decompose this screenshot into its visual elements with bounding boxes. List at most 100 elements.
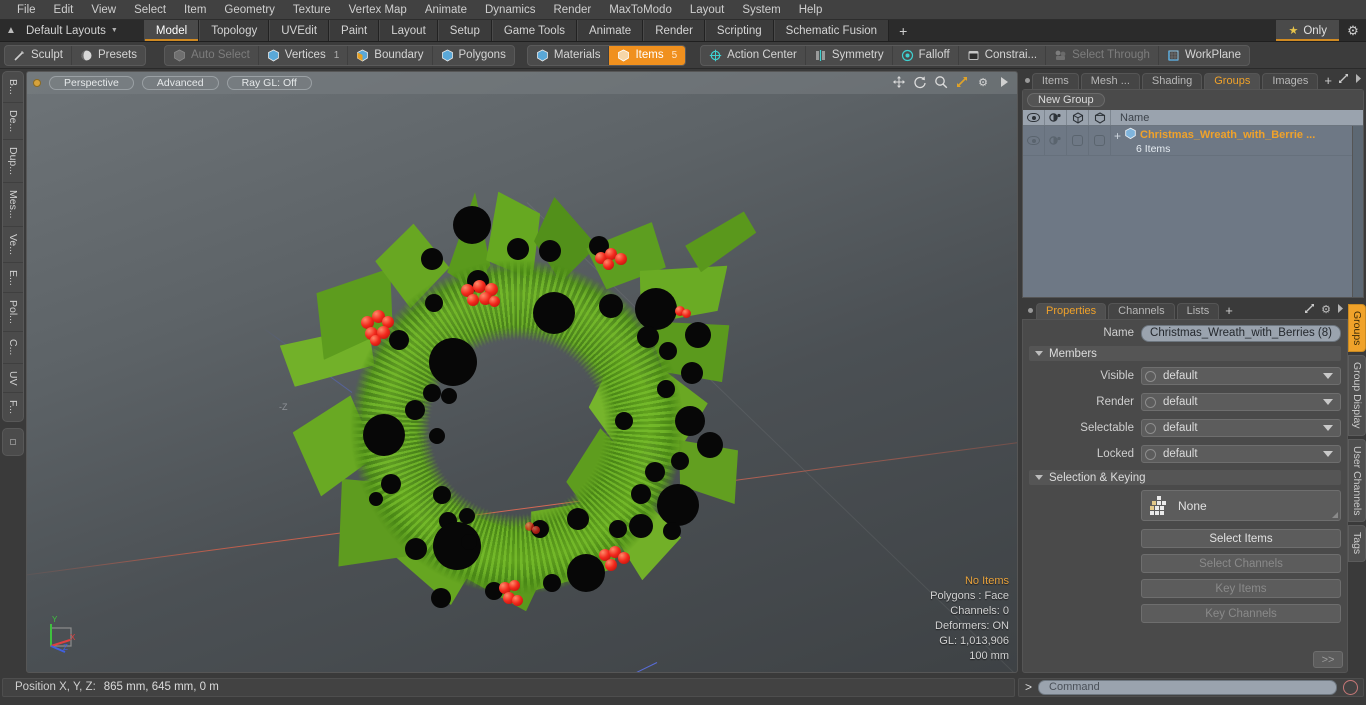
vtab-tags[interactable]: Tags [1348, 525, 1366, 562]
gear-icon[interactable]: ⚙ [1321, 303, 1331, 317]
toolbar-button-select-through[interactable]: Select Through [1046, 45, 1159, 65]
panel-tab-items[interactable]: Items [1031, 73, 1079, 89]
gear-icon[interactable]: ⚙ [976, 75, 990, 89]
row-visible-toggle[interactable] [1023, 126, 1045, 155]
row-name-cell[interactable]: + Christmas_Wreath_with_Berrie ... 6 Ite… [1111, 126, 1363, 155]
tab-schematic-fusion[interactable]: Schematic Fusion [773, 20, 890, 41]
toolbar-button-presets[interactable]: Presets [72, 46, 145, 65]
new-group-button[interactable]: New Group [1027, 93, 1105, 107]
column-visible-eye-icon[interactable] [1023, 110, 1045, 125]
row-render-toggle[interactable] [1045, 126, 1067, 155]
add-layout-tab-button[interactable]: + [889, 20, 918, 41]
add-panel-tab-button[interactable]: + [1320, 73, 1338, 89]
column-locked-icon[interactable] [1089, 110, 1111, 125]
toolbar-button-constraint[interactable]: Constrai... [959, 45, 1047, 65]
rotate-icon[interactable] [913, 75, 927, 89]
left-tab-curve[interactable]: C... [3, 332, 23, 364]
left-tab-duplicate[interactable]: Dup... [3, 140, 23, 183]
locked-dropdown[interactable]: default [1141, 445, 1341, 463]
visible-dropdown[interactable]: default [1141, 367, 1341, 385]
gear-icon[interactable]: ⚙ [1340, 20, 1366, 41]
left-tab-vertex[interactable]: Ve... [3, 227, 23, 263]
section-members[interactable]: Members [1029, 346, 1341, 361]
chevron-right-icon[interactable] [1355, 73, 1362, 87]
menu-item-geometry[interactable]: Geometry [215, 0, 284, 20]
viewport-indicator-dot[interactable] [33, 79, 41, 87]
tab-lists[interactable]: Lists [1176, 303, 1220, 319]
viewport-3d[interactable]: -Z Perspective Advanced Ray GL: Off ⚙ Y … [26, 71, 1018, 673]
properties-menu-dot-icon[interactable] [1024, 304, 1036, 316]
menu-item-render[interactable]: Render [544, 0, 600, 20]
menu-item-file[interactable]: File [8, 0, 45, 20]
tab-channels[interactable]: Channels [1108, 303, 1175, 319]
forward-button[interactable]: >> [1313, 651, 1343, 668]
menu-item-animate[interactable]: Animate [416, 0, 476, 20]
column-render-icon[interactable] [1045, 110, 1067, 125]
toolbar-button-vertices[interactable]: Vertices 1 [259, 45, 349, 65]
viewport-raygl-button[interactable]: Ray GL: Off [226, 76, 312, 90]
menu-item-system[interactable]: System [733, 0, 789, 20]
column-selectable-icon[interactable] [1067, 110, 1089, 125]
menu-item-vertex-map[interactable]: Vertex Map [340, 0, 416, 20]
left-tab-deform[interactable]: De... [3, 103, 23, 140]
layout-up-arrow-icon[interactable]: ▲ [0, 20, 22, 41]
menu-item-layout[interactable]: Layout [681, 0, 734, 20]
select-items-button[interactable]: Select Items [1141, 529, 1341, 548]
selectable-dropdown[interactable]: default [1141, 419, 1341, 437]
select-channels-button[interactable]: Select Channels [1141, 554, 1341, 573]
play-icon[interactable] [997, 75, 1011, 89]
menu-item-dynamics[interactable]: Dynamics [476, 0, 544, 20]
left-tab-uv[interactable]: UV [3, 364, 23, 394]
toolbar-button-materials[interactable]: Materials [528, 45, 610, 65]
groups-list-scrollbar[interactable] [1352, 126, 1363, 297]
table-row[interactable]: + Christmas_Wreath_with_Berrie ... 6 Ite… [1023, 126, 1363, 156]
left-tab-edge[interactable]: E... [3, 263, 23, 294]
tab-properties[interactable]: Properties [1036, 303, 1107, 319]
tab-paint[interactable]: Paint [329, 20, 380, 41]
left-tab-basic[interactable]: B... [3, 72, 23, 103]
tab-render[interactable]: Render [643, 20, 705, 41]
menu-item-select[interactable]: Select [125, 0, 175, 20]
panel-tab-groups[interactable]: Groups [1204, 73, 1261, 89]
groups-list-body[interactable]: + Christmas_Wreath_with_Berrie ... 6 Ite… [1023, 126, 1363, 297]
tab-model[interactable]: Model [143, 20, 200, 41]
toolbar-button-items[interactable]: Items 5 [609, 45, 686, 65]
tab-animate[interactable]: Animate [577, 20, 644, 41]
key-items-button[interactable]: Key Items [1141, 579, 1341, 598]
command-input[interactable]: Command [1038, 679, 1337, 695]
left-tab-mesh[interactable]: Mes... [3, 183, 23, 227]
toolbar-button-polygons[interactable]: Polygons [433, 46, 514, 65]
viewport-projection-button[interactable]: Perspective [49, 76, 134, 90]
tab-layout[interactable]: Layout [379, 20, 438, 41]
menu-item-view[interactable]: View [82, 0, 125, 20]
render-dropdown[interactable]: default [1141, 393, 1341, 411]
chevron-right-icon[interactable] [1337, 303, 1344, 317]
layout-selector[interactable]: Default Layouts ▼ [22, 20, 126, 41]
move-icon[interactable] [892, 75, 906, 89]
toolbar-button-auto-select[interactable]: Auto Select [165, 45, 259, 65]
fit-icon[interactable] [955, 75, 969, 89]
vtab-user-channels[interactable]: User Channels [1348, 438, 1366, 523]
only-toggle-button[interactable]: ★ Only [1276, 20, 1339, 41]
name-field[interactable]: Christmas_Wreath_with_Berries (8) [1141, 324, 1341, 342]
tab-uvedit[interactable]: UVEdit [269, 20, 330, 41]
viewport-shading-button[interactable]: Advanced [141, 76, 219, 90]
vtab-groups[interactable]: Groups [1348, 304, 1366, 353]
menu-item-help[interactable]: Help [790, 0, 832, 20]
row-selectable-toggle[interactable] [1067, 126, 1089, 155]
key-channels-button[interactable]: Key Channels [1141, 604, 1341, 623]
menu-item-maxtomodo[interactable]: MaxToModo [600, 0, 681, 20]
left-strip-extra-button[interactable] [2, 428, 24, 457]
toolbar-button-sculpt[interactable]: Sculpt [5, 45, 72, 65]
menu-item-texture[interactable]: Texture [284, 0, 340, 20]
left-tab-fusion[interactable]: F... [3, 393, 23, 421]
zoom-icon[interactable] [934, 75, 948, 89]
toolbar-button-workplane[interactable]: WorkPlane [1159, 46, 1249, 65]
tab-game-tools[interactable]: Game Tools [491, 20, 577, 41]
tab-scripting[interactable]: Scripting [704, 20, 774, 41]
panel-tab-shading[interactable]: Shading [1141, 73, 1203, 89]
left-tab-polygon[interactable]: Pol... [3, 293, 23, 333]
expand-toggle-icon[interactable]: + [1114, 130, 1121, 142]
menu-item-edit[interactable]: Edit [45, 0, 83, 20]
selection-mode-field[interactable]: None [1141, 490, 1341, 521]
